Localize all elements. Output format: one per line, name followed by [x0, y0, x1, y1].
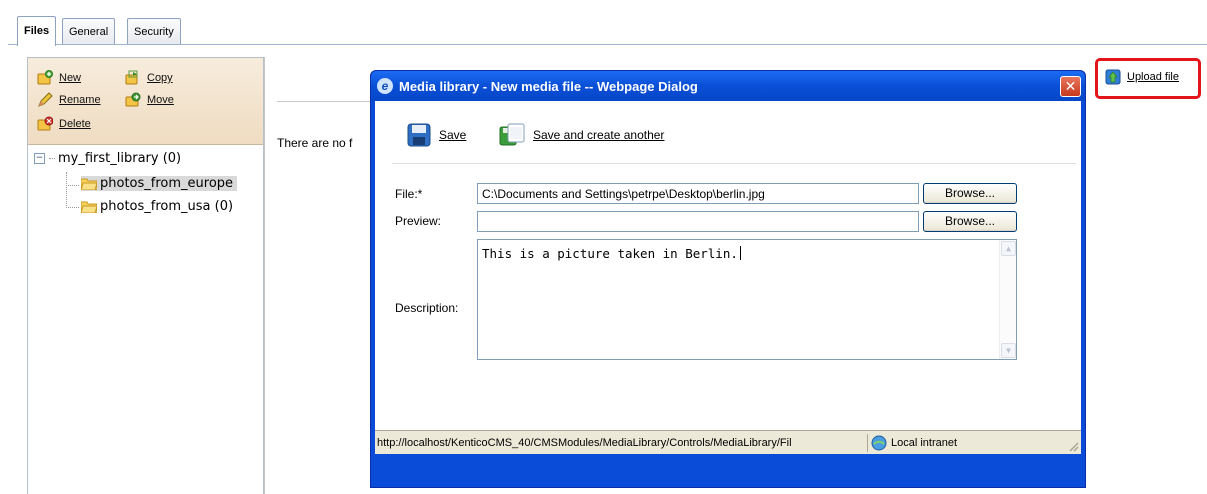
dialog-title: Media library - New media file -- Webpag… — [399, 78, 698, 94]
ie-icon: e — [377, 78, 393, 94]
tree-root-label: my_first_library (0) — [58, 151, 182, 166]
upload-icon — [1105, 69, 1121, 85]
file-label: File:* — [395, 187, 423, 201]
rename-label: Rename — [59, 94, 101, 106]
library-panel: New Copy Rename Move Delete − my_first_l… — [27, 57, 264, 494]
tab-general[interactable]: General — [62, 18, 116, 45]
move-label: Move — [147, 94, 174, 106]
action-panel: New Copy Rename Move Delete — [28, 58, 263, 145]
save-and-create-another-button[interactable]: Save and create another — [499, 123, 664, 147]
resize-grip-icon[interactable] — [1067, 440, 1079, 452]
dialog-body: Save Save and create another File:* C:\D… — [375, 101, 1081, 454]
toolbar-divider — [392, 163, 1076, 164]
tree-root-connector — [49, 158, 55, 159]
scroll-up-icon[interactable]: ▲ — [1001, 241, 1016, 256]
tree-root[interactable]: − my_first_library (0) — [34, 151, 181, 166]
dialog-titlebar[interactable]: e Media library - New media file -- Webp… — [371, 71, 1085, 101]
tab-bar: Files General Security — [0, 0, 1207, 46]
dialog-toolbar: Save Save and create another — [375, 101, 1081, 163]
save-button[interactable]: Save — [407, 123, 466, 147]
dialog-statusbar: http://localhost/KenticoCMS_40/CMSModule… — [375, 430, 1081, 454]
copy-label: Copy — [147, 72, 173, 84]
tree-item-label: photos_from_europe — [100, 176, 234, 191]
panel-divider — [264, 57, 265, 494]
intranet-icon — [871, 435, 887, 451]
copy-icon — [125, 70, 141, 86]
tab-security[interactable]: Security — [127, 18, 181, 45]
new-button[interactable]: New — [37, 70, 81, 86]
status-zone: Local intranet — [868, 435, 957, 451]
tab-files[interactable]: Files — [17, 16, 57, 46]
tree-connector-h2 — [66, 207, 79, 208]
description-text: This is a picture taken in Berlin. — [482, 246, 738, 261]
move-icon — [125, 92, 141, 108]
new-folder-icon — [37, 70, 53, 86]
textarea-scrollbar[interactable]: ▲ ▼ — [999, 240, 1016, 359]
preview-label: Preview: — [395, 214, 442, 228]
upload-file-label: Upload file — [1127, 71, 1179, 83]
content-divider — [277, 101, 373, 102]
collapse-icon[interactable]: − — [34, 153, 45, 164]
delete-icon — [37, 116, 53, 132]
tab-divider — [8, 44, 1207, 45]
tree-item-photos-from-usa[interactable]: photos_from_usa (0) — [80, 199, 234, 214]
close-button[interactable]: ✕ — [1060, 76, 1081, 97]
preview-input[interactable] — [477, 211, 919, 232]
upload-file-button[interactable]: Upload file — [1105, 69, 1179, 85]
text-caret — [739, 246, 741, 260]
folder-icon — [80, 177, 98, 191]
new-label: New — [59, 72, 82, 84]
rename-icon — [37, 92, 53, 108]
no-files-message: There are no f — [277, 136, 353, 150]
media-file-dialog: e Media library - New media file -- Webp… — [370, 70, 1086, 488]
tree-item-photos-from-europe[interactable]: photos_from_europe — [80, 176, 238, 191]
save-and-create-another-label: Save and create another — [533, 128, 665, 142]
tree-connector-h1 — [66, 185, 79, 186]
save-another-icon — [499, 123, 525, 147]
copy-button[interactable]: Copy — [125, 70, 173, 86]
delete-label: Delete — [59, 118, 91, 130]
tree-item-label: photos_from_usa (0) — [100, 199, 234, 214]
rename-button[interactable]: Rename — [37, 92, 101, 108]
save-label: Save — [439, 128, 467, 142]
scroll-down-icon[interactable]: ▼ — [1001, 343, 1016, 358]
save-icon — [407, 123, 431, 147]
move-button[interactable]: Move — [125, 92, 174, 108]
status-zone-label: Local intranet — [891, 436, 958, 449]
description-textarea[interactable]: This is a picture taken in Berlin. ▲ ▼ — [477, 239, 1017, 360]
description-label: Description: — [395, 301, 459, 315]
preview-browse-button[interactable]: Browse... — [923, 211, 1017, 232]
folder-icon — [80, 200, 98, 214]
file-browse-button[interactable]: Browse... — [923, 183, 1017, 204]
tree-connector — [66, 172, 67, 208]
file-input[interactable]: C:\Documents and Settings\petrpe\Desktop… — [477, 183, 919, 204]
delete-button[interactable]: Delete — [37, 116, 91, 132]
status-url: http://localhost/KenticoCMS_40/CMSModule… — [377, 436, 792, 449]
